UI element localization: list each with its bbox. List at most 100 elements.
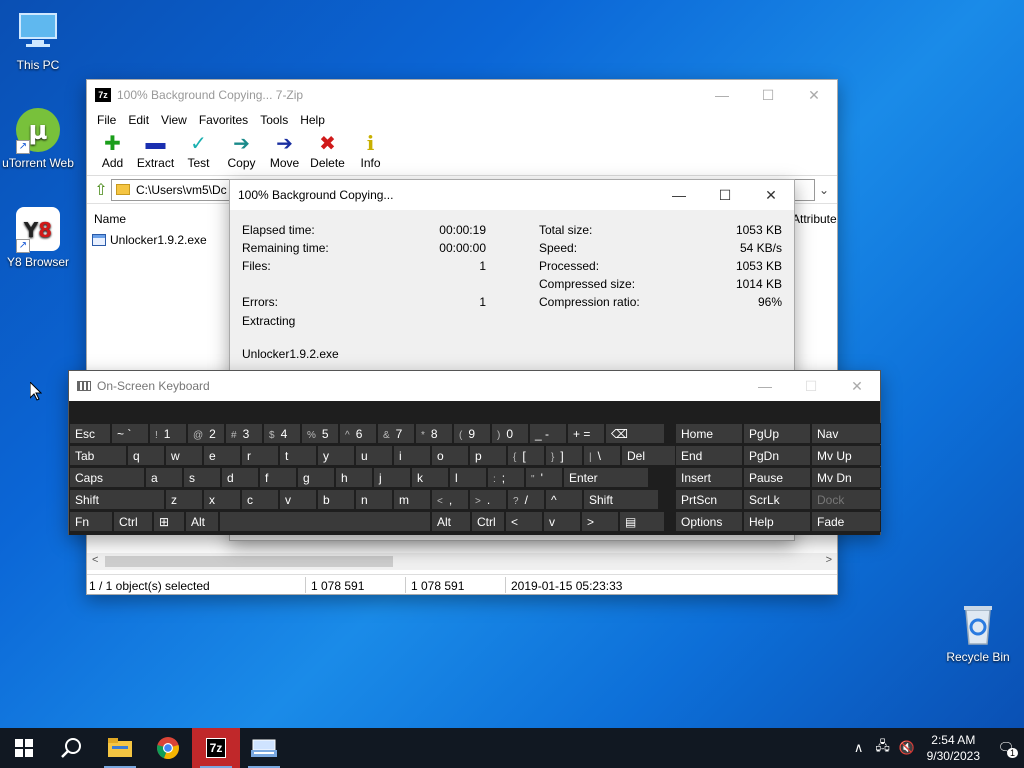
osk-key[interactable]: >. [469,489,507,510]
horizontal-scrollbar[interactable]: < > [87,553,837,570]
osk-key[interactable]: {[ [507,445,545,466]
copy-button[interactable]: ➔ Copy [220,130,263,171]
7zip-titlebar[interactable]: 7z 100% Background Copying... 7-Zip — ☐ … [87,80,837,110]
osk-key[interactable]: ▤ [619,511,665,532]
osk-nav-key[interactable]: End [675,445,743,466]
osk-key[interactable]: < [505,511,543,532]
osk-key[interactable]: Alt [431,511,471,532]
osk-key[interactable]: ⊞ [153,511,185,532]
osk-nav-key[interactable]: Help [743,511,811,532]
volume-muted-icon[interactable]: 🔇 [895,740,919,756]
osk-key[interactable]: l [449,467,487,488]
info-button[interactable]: i Info [349,130,392,170]
osk-key[interactable]: w [165,445,203,466]
osk-key[interactable]: ! 1 [149,423,187,444]
osk-key[interactable]: (9 [453,423,491,444]
list-item[interactable]: Unlocker1.9.2.exe [92,233,207,247]
minimize-button[interactable]: — [699,80,745,110]
osk-key[interactable]: c [241,489,279,510]
desktop-icon-y8[interactable]: Y8 ↗ Y8 Browser [0,205,76,269]
column-attributes[interactable]: Attribute [792,212,837,226]
osk-key[interactable]: Ctrl [471,511,505,532]
osk-key[interactable]: % 5 [301,423,339,444]
osk-key[interactable]: z [165,489,203,510]
taskbar-osk[interactable] [240,728,288,768]
up-folder-icon[interactable]: ⇧ [91,180,111,200]
taskbar-chrome[interactable] [144,728,192,768]
osk-key[interactable]: Caps [69,467,145,488]
osk-nav-key[interactable]: PgDn [743,445,811,466]
delete-button[interactable]: ✖ Delete [306,130,349,171]
osk-key[interactable]: s [183,467,221,488]
osk-key[interactable]: e [203,445,241,466]
clock[interactable]: 2:54 AM 9/30/2023 [919,732,988,764]
desktop-icon-utorrent[interactable]: µ ↗ uTorrent Web [0,106,76,170]
taskbar-7zip[interactable]: 7z [192,728,240,768]
osk-key[interactable]: <, [431,489,469,510]
menu-edit[interactable]: Edit [122,113,155,127]
osk-key[interactable]: | \ [583,445,621,466]
osk-key[interactable]: _ - [529,423,567,444]
menu-tools[interactable]: Tools [254,113,294,127]
osk-key[interactable]: " ' [525,467,563,488]
scroll-right-icon[interactable]: > [826,554,832,566]
osk-nav-key[interactable]: Options [675,511,743,532]
desktop-icon-recycle-bin[interactable]: Recycle Bin [940,600,1016,664]
osk-key[interactable]: ? / [507,489,545,510]
osk-key[interactable]: #3 [225,423,263,444]
maximize-button[interactable]: ☐ [788,371,834,401]
osk-key[interactable]: Tab [69,445,127,466]
osk-key[interactable]: g [297,467,335,488]
osk-nav-key[interactable]: Fade [811,511,881,532]
osk-key[interactable]: Esc [69,423,111,444]
osk-nav-key[interactable]: Insert [675,467,743,488]
osk-key[interactable]: v [279,489,317,510]
osk-key[interactable]: ~ ` [111,423,149,444]
osk-nav-key[interactable]: Mv Up [811,445,881,466]
close-button[interactable]: ✕ [748,180,794,210]
osk-key[interactable]: Fn [69,511,113,532]
osk-key[interactable]: f [259,467,297,488]
osk-key[interactable]: r [241,445,279,466]
osk-key[interactable]: :; [487,467,525,488]
osk-nav-key[interactable]: Dock [811,489,881,510]
add-button[interactable]: ✚ Add [91,130,134,171]
osk-key[interactable]: k [411,467,449,488]
osk-key[interactable]: m [393,489,431,510]
osk-key[interactable]: x [203,489,241,510]
osk-nav-key[interactable]: PrtScn [675,489,743,510]
desktop-icon-this-pc[interactable]: This PC [0,8,76,72]
osk-nav-key[interactable]: Nav [811,423,881,444]
osk-key[interactable]: q [127,445,165,466]
osk-key[interactable]: ^ 6 [339,423,377,444]
osk-key[interactable]: ) 0 [491,423,529,444]
osk-key[interactable]: i [393,445,431,466]
osk-key[interactable]: + = [567,423,605,444]
osk-key[interactable]: a [145,467,183,488]
osk-key[interactable]: Ctrl [113,511,153,532]
osk-key[interactable]: v [543,511,581,532]
osk-key[interactable]: o [431,445,469,466]
osk-key[interactable]: p [469,445,507,466]
osk-nav-key[interactable]: Pause [743,467,811,488]
maximize-button[interactable]: ☐ [745,80,791,110]
osk-key[interactable]: Alt [185,511,219,532]
osk-key[interactable]: j [373,467,411,488]
notification-icon[interactable]: 🗨 1 [988,740,1024,758]
osk-titlebar[interactable]: On-Screen Keyboard — ☐ ✕ [69,371,880,401]
osk-key[interactable]: > [581,511,619,532]
network-icon[interactable]: 🖧 [871,737,895,759]
osk-key[interactable]: h [335,467,373,488]
osk-key[interactable]: & 7 [377,423,415,444]
menu-view[interactable]: View [155,113,193,127]
scrollbar-thumb[interactable] [105,556,393,567]
osk-key[interactable]: y [317,445,355,466]
osk-key[interactable]: $4 [263,423,301,444]
osk-key[interactable] [219,511,431,532]
osk-key[interactable]: }] [545,445,583,466]
osk-nav-key[interactable]: Home [675,423,743,444]
osk-key[interactable]: u [355,445,393,466]
minimize-button[interactable]: — [656,180,702,210]
test-button[interactable]: ✓ Test [177,130,220,171]
close-button[interactable]: ✕ [791,80,837,110]
